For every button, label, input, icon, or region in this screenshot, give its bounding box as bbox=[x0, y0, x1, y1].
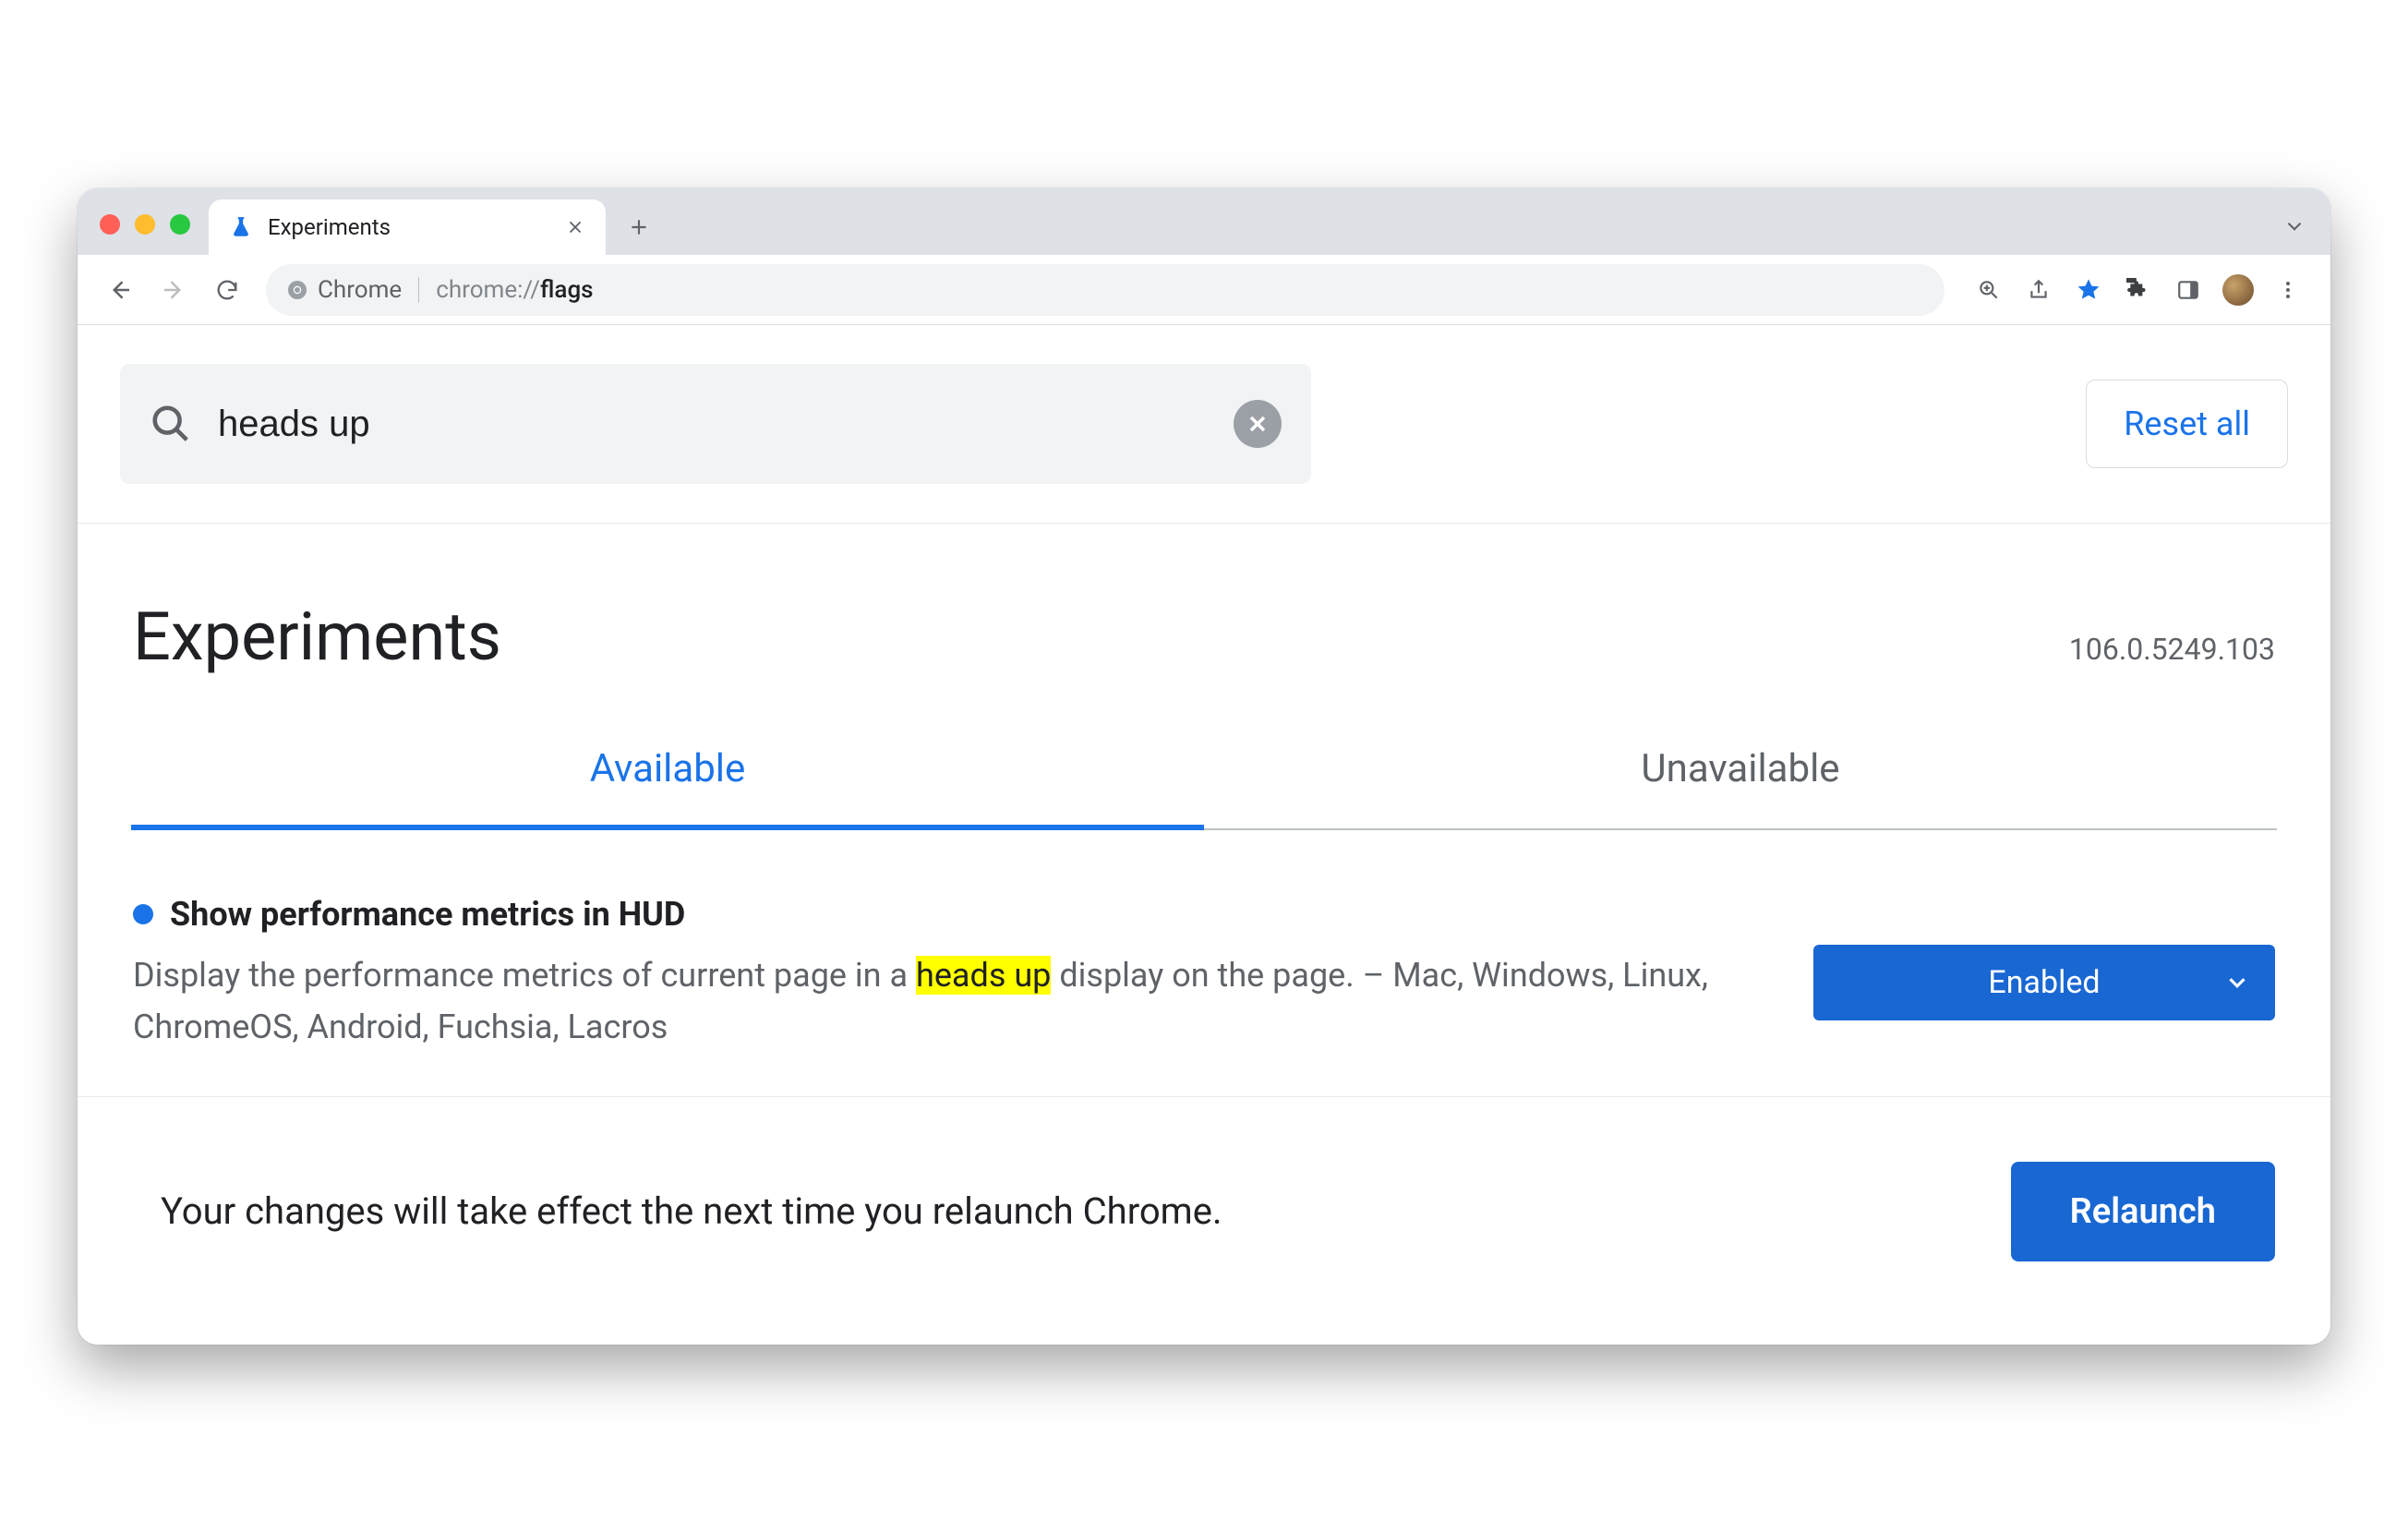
site-chip-label: Chrome bbox=[318, 276, 402, 304]
flag-row: Show performance metrics in HUD Display … bbox=[78, 830, 2330, 1097]
modified-dot-icon bbox=[133, 904, 153, 924]
tabs-dropdown-icon[interactable] bbox=[2282, 214, 2306, 238]
maximize-window-button[interactable] bbox=[170, 214, 190, 235]
flag-title: Show performance metrics in HUD bbox=[170, 895, 685, 934]
reload-button[interactable] bbox=[203, 266, 251, 314]
page-title: Experiments bbox=[133, 598, 501, 676]
chrome-icon bbox=[286, 279, 308, 301]
bookmark-star-icon[interactable] bbox=[2065, 266, 2113, 314]
window-controls bbox=[100, 214, 190, 235]
flag-state-select[interactable]: Enabled bbox=[1813, 945, 2275, 1020]
clear-search-icon[interactable] bbox=[1234, 400, 1282, 448]
share-icon[interactable] bbox=[2015, 266, 2063, 314]
tab-unavailable[interactable]: Unavailable bbox=[1204, 713, 2277, 830]
relaunch-button-label: Relaunch bbox=[2070, 1191, 2216, 1232]
flag-description: Display the performance metrics of curre… bbox=[133, 950, 1767, 1054]
chevron-down-icon bbox=[2223, 969, 2251, 996]
close-tab-icon[interactable] bbox=[565, 217, 585, 237]
zoom-icon[interactable] bbox=[1965, 266, 2013, 314]
flag-desc-highlight: heads up bbox=[916, 956, 1051, 995]
version-text: 106.0.5249.103 bbox=[2069, 632, 2275, 667]
flags-search-box[interactable] bbox=[120, 364, 1311, 484]
page-content: Reset all Experiments 106.0.5249.103 Ava… bbox=[78, 325, 2330, 1345]
tab-available[interactable]: Available bbox=[131, 713, 1204, 830]
flask-icon bbox=[229, 215, 253, 239]
kebab-menu-icon[interactable] bbox=[2264, 266, 2312, 314]
url-scheme: chrome:// bbox=[436, 276, 540, 304]
toolbar: Chrome chrome://flags bbox=[78, 255, 2330, 325]
reset-all-label: Reset all bbox=[2124, 404, 2250, 443]
reset-all-button[interactable]: Reset all bbox=[2086, 380, 2288, 468]
relaunch-bar: Your changes will take effect the next t… bbox=[78, 1097, 2330, 1345]
flags-search-input[interactable] bbox=[216, 403, 1210, 446]
side-panel-icon[interactable] bbox=[2164, 266, 2212, 314]
close-window-button[interactable] bbox=[100, 214, 120, 235]
url-path: flags bbox=[540, 276, 594, 304]
extensions-icon[interactable] bbox=[2114, 266, 2162, 314]
new-tab-button[interactable] bbox=[617, 205, 661, 249]
back-button[interactable] bbox=[96, 266, 144, 314]
relaunch-button[interactable]: Relaunch bbox=[2011, 1162, 2275, 1261]
relaunch-message: Your changes will take effect the next t… bbox=[161, 1189, 1974, 1233]
tab-available-label: Available bbox=[590, 746, 746, 791]
flags-tabs: Available Unavailable bbox=[78, 713, 2330, 830]
avatar-image bbox=[2222, 274, 2254, 306]
search-icon bbox=[150, 403, 192, 445]
browser-window: Experiments Chrome bbox=[78, 188, 2330, 1345]
flag-state-value: Enabled bbox=[1988, 964, 2100, 1001]
omnibox[interactable]: Chrome chrome://flags bbox=[266, 264, 1944, 316]
toolbar-actions bbox=[1965, 266, 2312, 314]
flag-desc-pre: Display the performance metrics of curre… bbox=[133, 956, 916, 995]
search-row: Reset all bbox=[78, 325, 2330, 524]
flag-info: Show performance metrics in HUD Display … bbox=[133, 895, 1767, 1054]
minimize-window-button[interactable] bbox=[135, 214, 155, 235]
profile-avatar[interactable] bbox=[2214, 266, 2262, 314]
omnibox-separator bbox=[418, 277, 419, 303]
site-chip: Chrome bbox=[286, 276, 402, 304]
tab-unavailable-label: Unavailable bbox=[1641, 746, 1839, 791]
browser-tab[interactable]: Experiments bbox=[209, 199, 606, 255]
tab-title: Experiments bbox=[268, 214, 391, 240]
header-row: Experiments 106.0.5249.103 bbox=[78, 524, 2330, 713]
url: chrome://flags bbox=[436, 276, 593, 304]
tab-strip: Experiments bbox=[78, 188, 2330, 255]
forward-button[interactable] bbox=[150, 266, 198, 314]
